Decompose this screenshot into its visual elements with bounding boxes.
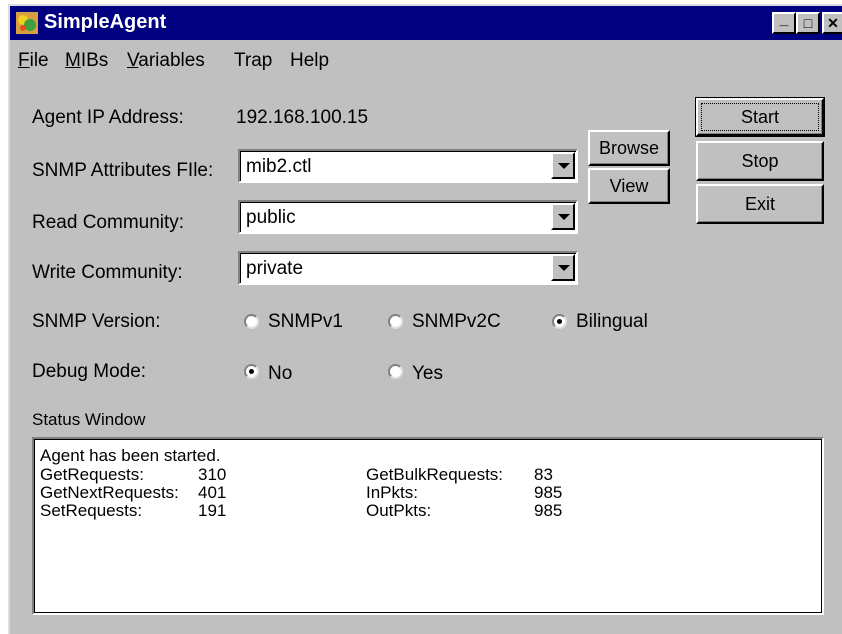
menu-help[interactable]: Help (290, 50, 329, 72)
chevron-down-icon[interactable] (551, 203, 575, 230)
read-community-value: public (246, 207, 296, 228)
maximize-icon: □ (803, 15, 813, 31)
stop-button[interactable]: Stop (696, 141, 824, 181)
close-button[interactable]: ✕ (822, 12, 842, 34)
status-row-label: SetRequests: (40, 501, 143, 520)
app-icon (16, 12, 38, 34)
status-first-line: Agent has been started. (40, 446, 221, 465)
radio-snmpv1-label[interactable]: SNMPv1 (268, 311, 343, 333)
exit-button[interactable]: Exit (696, 184, 824, 224)
menu-variables-rest: ariables (138, 50, 205, 71)
write-community-value: private (246, 258, 304, 279)
menu-variables[interactable]: Variables (127, 50, 205, 72)
write-community-combo[interactable]: private (238, 251, 578, 285)
radio-snmpv2c-label[interactable]: SNMPv2C (412, 311, 501, 333)
menu-file-accel: F (18, 50, 30, 71)
snmp-version-label: SNMP Version: (32, 311, 161, 332)
maximize-button[interactable]: □ (796, 12, 820, 34)
status-row-label2: OutPkts: (366, 501, 432, 520)
status-row-value: 191 (198, 501, 227, 520)
radio-snmpv2c[interactable] (388, 314, 403, 329)
menu-file-rest: ile (29, 50, 49, 71)
status-row-label2: InPkts: (366, 483, 418, 502)
radio-bilingual[interactable] (552, 314, 567, 329)
menu-bar: File MIBs Variables Trap Help (10, 42, 842, 74)
snmp-attributes-combo[interactable]: mib2.ctl (238, 149, 578, 183)
read-community-label: Read Community: (32, 212, 185, 233)
minimize-icon: _ (779, 11, 789, 28)
status-row-value2: 985 (534, 501, 563, 520)
radio-debug-yes[interactable] (388, 364, 403, 379)
status-window[interactable]: Agent has been started. GetRequests: 310… (32, 437, 824, 615)
agent-ip-value: 192.168.100.15 (236, 107, 369, 128)
window-title: SimpleAgent (44, 11, 167, 33)
focus-rectangle (701, 103, 819, 131)
radio-debug-no-label[interactable]: No (268, 363, 292, 385)
status-row-value2: 985 (534, 483, 563, 502)
start-button[interactable]: Start (695, 97, 825, 137)
status-row-value2: 83 (534, 465, 553, 484)
debug-mode-label: Debug Mode: (32, 361, 147, 382)
menu-file[interactable]: File (18, 50, 49, 72)
status-row-label2: GetBulkRequests: (366, 465, 504, 484)
snmp-attributes-value: mib2.ctl (246, 156, 312, 177)
title-bar[interactable]: SimpleAgent _ □ ✕ (10, 6, 842, 40)
browse-button-label: Browse (598, 137, 660, 158)
exit-button-label: Exit (744, 193, 775, 214)
radio-debug-no[interactable] (244, 364, 259, 379)
status-row-label: GetNextRequests: (40, 483, 179, 502)
snmp-attributes-label: SNMP Attributes FIle: (32, 160, 214, 181)
view-button[interactable]: View (588, 168, 670, 204)
minimize-button[interactable]: _ (772, 12, 796, 34)
write-community-label: Write Community: (32, 262, 183, 283)
menu-mibs[interactable]: MIBs (65, 50, 108, 72)
simpleagent-window: SimpleAgent _ □ ✕ File MIBs Variables Tr… (8, 4, 842, 634)
browse-button[interactable]: Browse (588, 130, 670, 166)
status-row-value: 401 (198, 483, 227, 502)
menu-mibs-rest: IBs (80, 50, 109, 71)
radio-debug-yes-label[interactable]: Yes (412, 363, 443, 385)
menu-variables-accel: V (127, 50, 139, 71)
menu-trap[interactable]: Trap (234, 50, 272, 72)
chevron-down-icon[interactable] (551, 254, 575, 281)
stop-button-label: Stop (741, 150, 779, 171)
menu-mibs-accel: M (65, 50, 81, 71)
status-row-label: GetRequests: (40, 465, 144, 484)
close-icon: ✕ (827, 15, 839, 31)
agent-ip-label: Agent IP Address: (32, 107, 184, 128)
status-row-value: 310 (198, 465, 227, 484)
read-community-combo[interactable]: public (238, 200, 578, 234)
radio-snmpv1[interactable] (244, 314, 259, 329)
radio-bilingual-label[interactable]: Bilingual (576, 311, 648, 333)
status-window-label: Status Window (32, 410, 146, 429)
view-button-label: View (609, 175, 649, 196)
chevron-down-icon[interactable] (551, 152, 575, 179)
